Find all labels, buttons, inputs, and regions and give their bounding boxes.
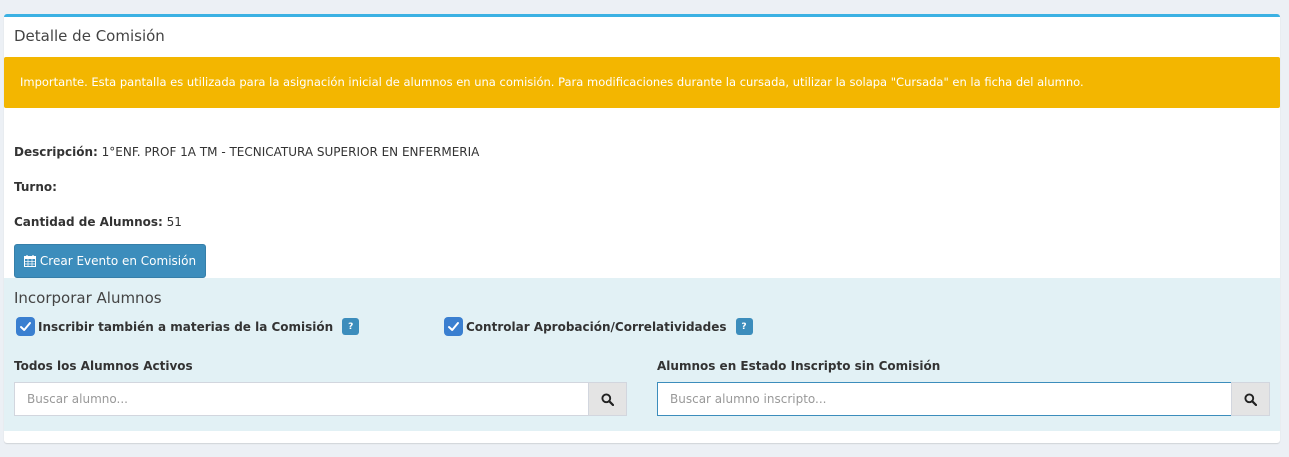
inscriptos-search-input[interactable] bbox=[657, 382, 1231, 416]
alert-text: Importante. Esta pantalla es utilizada p… bbox=[20, 75, 1084, 89]
warning-alert: Importante. Esta pantalla es utilizada p… bbox=[4, 57, 1280, 108]
check-materias-label[interactable]: Inscribir también a materias de la Comis… bbox=[38, 320, 333, 334]
activos-search-input[interactable] bbox=[14, 382, 588, 416]
search-icon bbox=[1244, 392, 1257, 406]
descripcion-row: Descripción: 1°ENF. PROF 1A TM - TECNICA… bbox=[14, 145, 479, 159]
inscriptos-search-group bbox=[657, 382, 1270, 416]
search-icon bbox=[601, 392, 614, 406]
calendar-icon bbox=[23, 255, 36, 267]
activos-search-button[interactable] bbox=[588, 382, 627, 416]
box-title: Detalle de Comisión bbox=[14, 27, 165, 45]
inscriptos-label: Alumnos en Estado Inscripto sin Comisión bbox=[657, 359, 941, 373]
help-icon[interactable]: ? bbox=[735, 318, 753, 335]
descripcion-label: Descripción: bbox=[14, 145, 98, 159]
check-materias-row: Inscribir también a materias de la Comis… bbox=[16, 317, 360, 336]
cantidad-value: 51 bbox=[166, 215, 182, 229]
check-aprobacion-checkbox[interactable] bbox=[444, 317, 463, 336]
descripcion-value: 1°ENF. PROF 1A TM - TECNICATURA SUPERIOR… bbox=[101, 145, 480, 159]
turno-label: Turno: bbox=[14, 180, 57, 194]
crear-evento-label: Crear Evento en Comisión bbox=[39, 254, 197, 268]
crear-evento-button[interactable]: Crear Evento en Comisión bbox=[14, 244, 206, 278]
check-icon bbox=[20, 322, 31, 331]
check-icon bbox=[448, 322, 459, 331]
cantidad-row: Cantidad de Alumnos: 51 bbox=[14, 215, 182, 229]
help-icon[interactable]: ? bbox=[342, 318, 360, 335]
check-aprobacion-row: Controlar Aprobación/Correlatividades ? bbox=[444, 317, 753, 336]
incorporar-title: Incorporar Alumnos bbox=[14, 289, 162, 307]
cantidad-label: Cantidad de Alumnos: bbox=[14, 215, 163, 229]
check-aprobacion-label[interactable]: Controlar Aprobación/Correlatividades bbox=[466, 320, 727, 334]
check-materias-checkbox[interactable] bbox=[16, 317, 35, 336]
incorporar-alumnos-section: Incorporar Alumnos Inscribir también a m… bbox=[4, 278, 1280, 431]
comision-detail-box: Detalle de Comisión Importante. Esta pan… bbox=[4, 14, 1280, 443]
activos-search-group bbox=[14, 382, 627, 416]
activos-label: Todos los Alumnos Activos bbox=[14, 359, 193, 373]
turno-row: Turno: bbox=[14, 180, 57, 194]
inscriptos-search-button[interactable] bbox=[1231, 382, 1270, 416]
